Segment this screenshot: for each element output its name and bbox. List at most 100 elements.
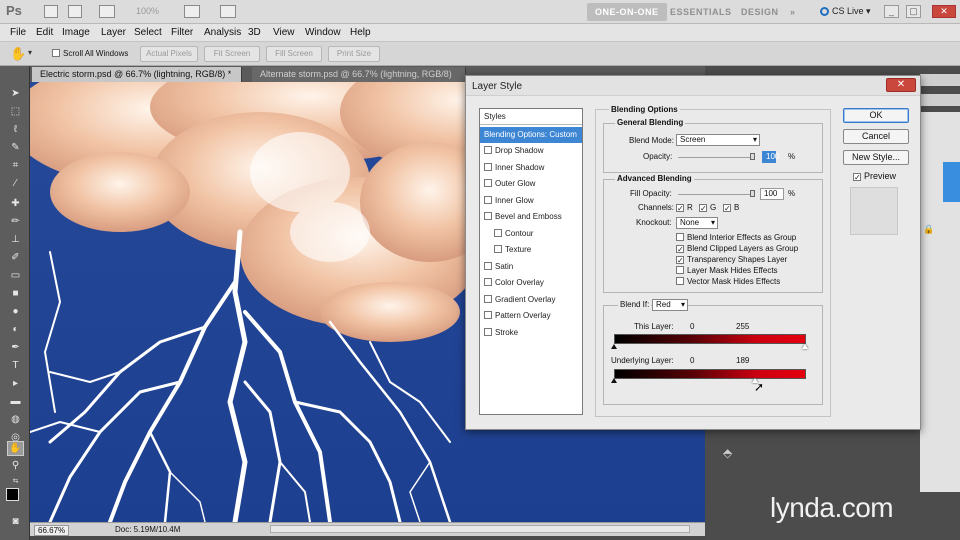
- knockout-select[interactable]: None: [676, 217, 718, 229]
- actual-pixels-button[interactable]: Actual Pixels: [140, 46, 198, 62]
- fill-screen-button[interactable]: Fill Screen: [266, 46, 322, 62]
- healing-brush-tool-icon[interactable]: ✚: [9, 198, 22, 209]
- ok-button[interactable]: OK: [843, 108, 909, 123]
- screen-mode-icon[interactable]: [220, 5, 236, 18]
- menu-layer[interactable]: Layer: [101, 27, 126, 38]
- checkbox-icon[interactable]: [494, 229, 502, 237]
- styles-header[interactable]: Styles: [480, 109, 582, 125]
- quick-mask-icon[interactable]: ◙: [9, 516, 22, 527]
- workspace-design[interactable]: DESIGN: [733, 3, 787, 21]
- style-outer-glow[interactable]: Outer Glow: [480, 176, 582, 192]
- this-layer-white-slider[interactable]: [802, 344, 808, 349]
- channel-g-checkbox[interactable]: G: [699, 203, 716, 212]
- workspace-essentials[interactable]: ESSENTIALS: [662, 3, 740, 21]
- lasso-tool-icon[interactable]: ℓ: [9, 124, 22, 135]
- tool-preset-dropdown-icon[interactable]: ▾: [28, 48, 32, 57]
- preview-checkbox[interactable]: Preview: [853, 171, 896, 181]
- default-colors-icon[interactable]: ⇆: [9, 476, 22, 487]
- scroll-all-windows-checkbox[interactable]: Scroll All Windows: [52, 49, 128, 58]
- view-extras-icon[interactable]: [99, 5, 115, 18]
- history-brush-tool-icon[interactable]: ✐: [9, 252, 22, 263]
- hand-tool-icon[interactable]: ✋: [7, 441, 24, 456]
- checkbox-icon[interactable]: [484, 196, 492, 204]
- new-style-button[interactable]: New Style...: [843, 150, 909, 165]
- checkbox-icon[interactable]: [484, 262, 492, 270]
- menu-image[interactable]: Image: [62, 27, 90, 38]
- checkbox-icon[interactable]: [484, 212, 492, 220]
- style-color-overlay[interactable]: Color Overlay: [480, 275, 582, 291]
- move-tool-icon[interactable]: ➤: [9, 88, 22, 99]
- transparency-shapes-checkbox[interactable]: Transparency Shapes Layer: [676, 255, 787, 264]
- bridge-icon[interactable]: [44, 5, 58, 18]
- foreground-color-swatch[interactable]: [6, 488, 19, 501]
- shape-tool-icon[interactable]: ▬: [9, 396, 22, 407]
- blend-interior-checkbox[interactable]: Blend Interior Effects as Group: [676, 233, 796, 242]
- checkbox-icon[interactable]: [484, 328, 492, 336]
- menu-view[interactable]: View: [273, 27, 295, 38]
- dialog-title-bar[interactable]: Layer Style ✕: [466, 76, 920, 96]
- opacity-slider-thumb[interactable]: [750, 153, 755, 160]
- checkbox-icon[interactable]: [484, 163, 492, 171]
- underlying-black-slider[interactable]: [611, 378, 617, 383]
- zoom-tool-icon[interactable]: ⚲: [9, 460, 22, 471]
- gradient-tool-icon[interactable]: ■: [9, 288, 22, 299]
- menu-file[interactable]: File: [10, 27, 26, 38]
- checkbox-icon[interactable]: [494, 245, 502, 253]
- workspace-more[interactable]: »: [782, 3, 804, 21]
- style-satin[interactable]: Satin: [480, 259, 582, 275]
- channel-r-checkbox[interactable]: R: [676, 203, 693, 212]
- zoom-level[interactable]: 100%: [136, 6, 159, 16]
- style-inner-shadow[interactable]: Inner Shadow: [480, 160, 582, 176]
- type-tool-icon[interactable]: T: [9, 360, 22, 371]
- opacity-input[interactable]: 100: [762, 151, 779, 163]
- pen-tool-icon[interactable]: ✒: [9, 342, 22, 353]
- fit-screen-button[interactable]: Fit Screen: [204, 46, 260, 62]
- checkbox-icon[interactable]: [484, 278, 492, 286]
- channel-b-checkbox[interactable]: B: [723, 203, 739, 212]
- path-selection-tool-icon[interactable]: ▸: [9, 378, 22, 389]
- fill-opacity-slider-thumb[interactable]: [750, 190, 755, 197]
- blend-if-select[interactable]: Red: [652, 299, 688, 311]
- menu-3d[interactable]: 3D: [248, 27, 261, 38]
- panel-icon[interactable]: ⬘: [723, 446, 732, 460]
- tab-alternate-storm[interactable]: Alternate storm.psd @ 66.7% (lightning, …: [252, 67, 466, 82]
- workspace-one-on-one[interactable]: ONE-ON-ONE: [587, 3, 667, 21]
- selected-layer-row[interactable]: [943, 162, 960, 202]
- checkbox-icon[interactable]: [484, 295, 492, 303]
- fill-opacity-slider-track[interactable]: [678, 194, 754, 195]
- menu-filter[interactable]: Filter: [171, 27, 193, 38]
- vector-mask-hides-checkbox[interactable]: Vector Mask Hides Effects: [676, 277, 780, 286]
- cs-live-menu[interactable]: CS Live ▾: [820, 6, 871, 17]
- quick-selection-tool-icon[interactable]: ✎: [9, 142, 22, 153]
- brush-tool-icon[interactable]: ✏: [9, 216, 22, 227]
- style-pattern-overlay[interactable]: Pattern Overlay: [480, 308, 582, 324]
- tab-electric-storm[interactable]: Electric storm.psd @ 66.7% (lightning, R…: [32, 67, 242, 82]
- eyedropper-tool-icon[interactable]: ⁄: [9, 178, 22, 189]
- status-zoom[interactable]: 66.67%: [34, 525, 70, 536]
- eraser-tool-icon[interactable]: ▭: [9, 270, 22, 281]
- fill-opacity-input[interactable]: 100: [760, 188, 784, 200]
- horizontal-scrollbar[interactable]: [270, 525, 690, 533]
- style-stroke[interactable]: Stroke: [480, 325, 582, 341]
- menu-select[interactable]: Select: [134, 27, 162, 38]
- clone-stamp-tool-icon[interactable]: ⊥: [9, 234, 22, 245]
- opacity-slider-track[interactable]: [678, 157, 754, 158]
- cancel-button[interactable]: Cancel: [843, 129, 909, 144]
- crop-tool-icon[interactable]: ⌗: [9, 160, 22, 171]
- print-size-button[interactable]: Print Size: [328, 46, 380, 62]
- style-inner-glow[interactable]: Inner Glow: [480, 193, 582, 209]
- menu-analysis[interactable]: Analysis: [204, 27, 241, 38]
- blend-mode-select[interactable]: Screen: [676, 134, 760, 146]
- 3d-rotate-tool-icon[interactable]: ◍: [9, 414, 22, 425]
- minimize-button[interactable]: _: [884, 5, 899, 18]
- menu-edit[interactable]: Edit: [36, 27, 53, 38]
- blending-options-item[interactable]: Blending Options: Custom: [480, 127, 582, 143]
- style-bevel-emboss[interactable]: Bevel and Emboss: [480, 209, 582, 225]
- arrange-documents-icon[interactable]: [184, 5, 200, 18]
- checkbox-icon[interactable]: [484, 146, 492, 154]
- menu-help[interactable]: Help: [350, 27, 371, 38]
- dialog-close-button[interactable]: ✕: [886, 78, 916, 92]
- layer-mask-hides-checkbox[interactable]: Layer Mask Hides Effects: [676, 266, 778, 275]
- restore-button[interactable]: ▢: [906, 5, 921, 18]
- style-contour[interactable]: Contour: [480, 226, 582, 242]
